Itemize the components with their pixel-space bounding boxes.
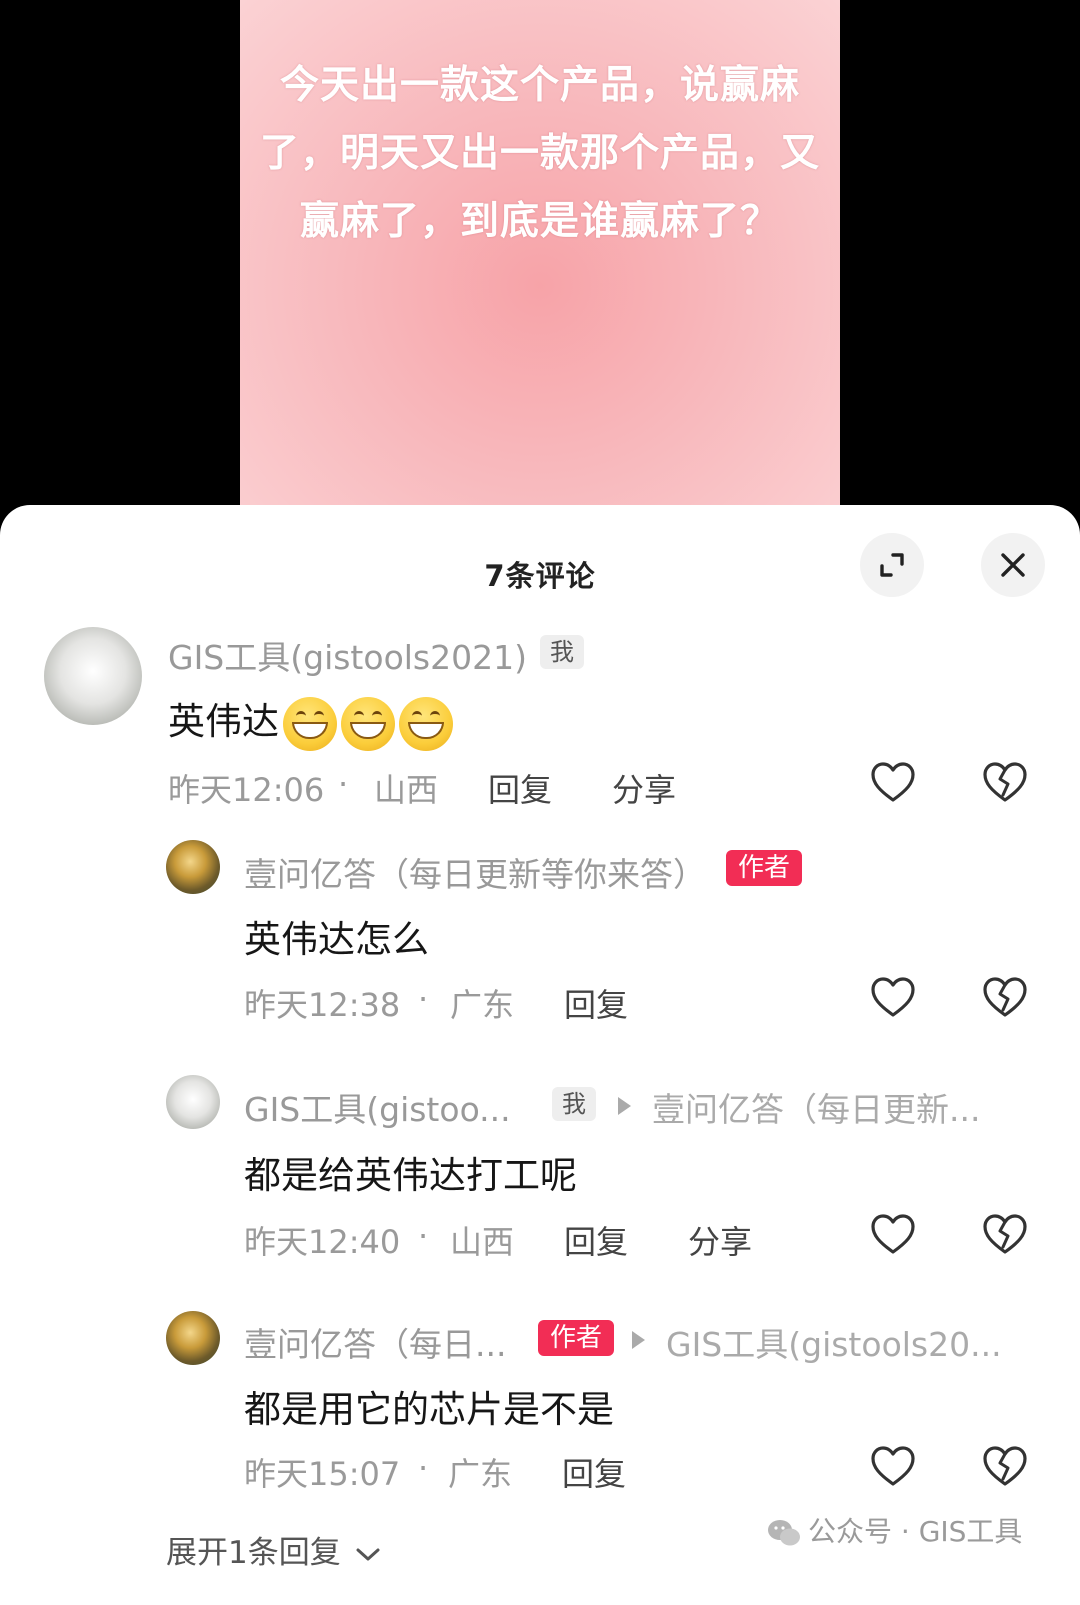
comment-location: 山西 — [374, 771, 439, 809]
comment-time: 昨天12:06 — [168, 771, 325, 809]
meta-dot: · — [418, 1449, 429, 1487]
author-badge: 作者 — [538, 1320, 615, 1356]
avatar[interactable] — [166, 1311, 220, 1365]
watermark-text: 公众号 · GIS工具 — [808, 1515, 1023, 1548]
reply-button[interactable]: 回复 — [564, 980, 628, 1026]
share-button[interactable]: 分享 — [612, 765, 676, 811]
close-icon — [1001, 553, 1025, 577]
comment-username[interactable]: GIS工具(gistools2021) — [168, 631, 527, 679]
reply-arrow-icon — [618, 1097, 631, 1115]
broken-heart-icon[interactable] — [981, 759, 1029, 807]
share-button[interactable]: 分享 — [688, 1217, 752, 1263]
reply-location: 广东 — [448, 1455, 513, 1493]
video-area[interactable]: 今天出一款这个产品，说赢麻了，明天又出一款那个产品，又赢麻了，到底是谁赢麻了？ — [0, 0, 1080, 520]
broken-heart-icon[interactable] — [981, 974, 1029, 1022]
grin-emoji-icon — [341, 696, 395, 751]
reply-location: 广东 — [450, 986, 515, 1024]
meta-dot: · — [418, 1217, 429, 1255]
watermark: 公众号 · GIS工具 — [766, 1510, 1022, 1550]
chevron-down-icon — [356, 1548, 380, 1560]
expand-replies-button[interactable]: 展开1条回复 — [166, 1527, 381, 1572]
reply-time: 昨天12:38 — [244, 986, 401, 1024]
reply-content: 都是用它的芯片是不是 — [244, 1388, 614, 1431]
reply-username[interactable]: GIS工具(gistoo... — [244, 1083, 511, 1131]
heart-icon[interactable] — [869, 1211, 917, 1259]
heart-icon[interactable] — [869, 1443, 917, 1491]
comment-sheet: 7条评论 GIS工具(gistools2021) 我 英伟达 昨天12:06 ·… — [0, 505, 1080, 1605]
reply-content: 英伟达怎么 — [244, 918, 429, 961]
heart-icon[interactable] — [869, 974, 917, 1022]
meta-dot: · — [418, 980, 429, 1018]
close-button[interactable] — [981, 533, 1045, 597]
reply-content: 都是给英伟达打工呢 — [244, 1154, 577, 1197]
heart-icon[interactable] — [869, 759, 917, 807]
grin-emoji-icon — [399, 696, 453, 751]
wechat-icon — [768, 1520, 800, 1546]
avatar[interactable] — [166, 840, 220, 894]
broken-heart-icon[interactable] — [981, 1443, 1029, 1491]
reply-username[interactable]: 壹问亿答（每日更新等你来答） — [244, 848, 706, 896]
reply-target-username[interactable]: GIS工具(gistools20... — [666, 1318, 1002, 1366]
reply-button[interactable]: 回复 — [564, 1217, 628, 1263]
reply-time: 昨天12:40 — [244, 1223, 401, 1261]
video-caption: 今天出一款这个产品，说赢麻了，明天又出一款那个产品，又赢麻了，到底是谁赢麻了？ — [259, 63, 820, 244]
reply-target-username[interactable]: 壹问亿答（每日更新... — [652, 1083, 980, 1131]
expand-replies-label: 展开1条回复 — [166, 1535, 341, 1571]
me-badge: 我 — [552, 1087, 596, 1121]
grin-emoji-icon — [283, 696, 337, 751]
me-badge: 我 — [540, 635, 584, 669]
expand-button[interactable] — [860, 533, 924, 597]
reply-button[interactable]: 回复 — [562, 1449, 626, 1495]
reply-time: 昨天15:07 — [244, 1455, 401, 1493]
reply-location: 山西 — [450, 1223, 515, 1261]
comment-content: 英伟达 — [168, 691, 453, 751]
comment-text: 英伟达 — [168, 700, 279, 743]
broken-heart-icon[interactable] — [981, 1211, 1029, 1259]
avatar[interactable] — [44, 627, 142, 725]
author-badge: 作者 — [726, 850, 803, 886]
avatar[interactable] — [166, 1075, 220, 1129]
reply-arrow-icon — [632, 1331, 645, 1349]
reply-username[interactable]: 壹问亿答（每日... — [244, 1318, 506, 1366]
meta-dot: · — [338, 765, 349, 803]
fullscreen-icon — [880, 553, 904, 577]
reply-button[interactable]: 回复 — [488, 765, 552, 811]
